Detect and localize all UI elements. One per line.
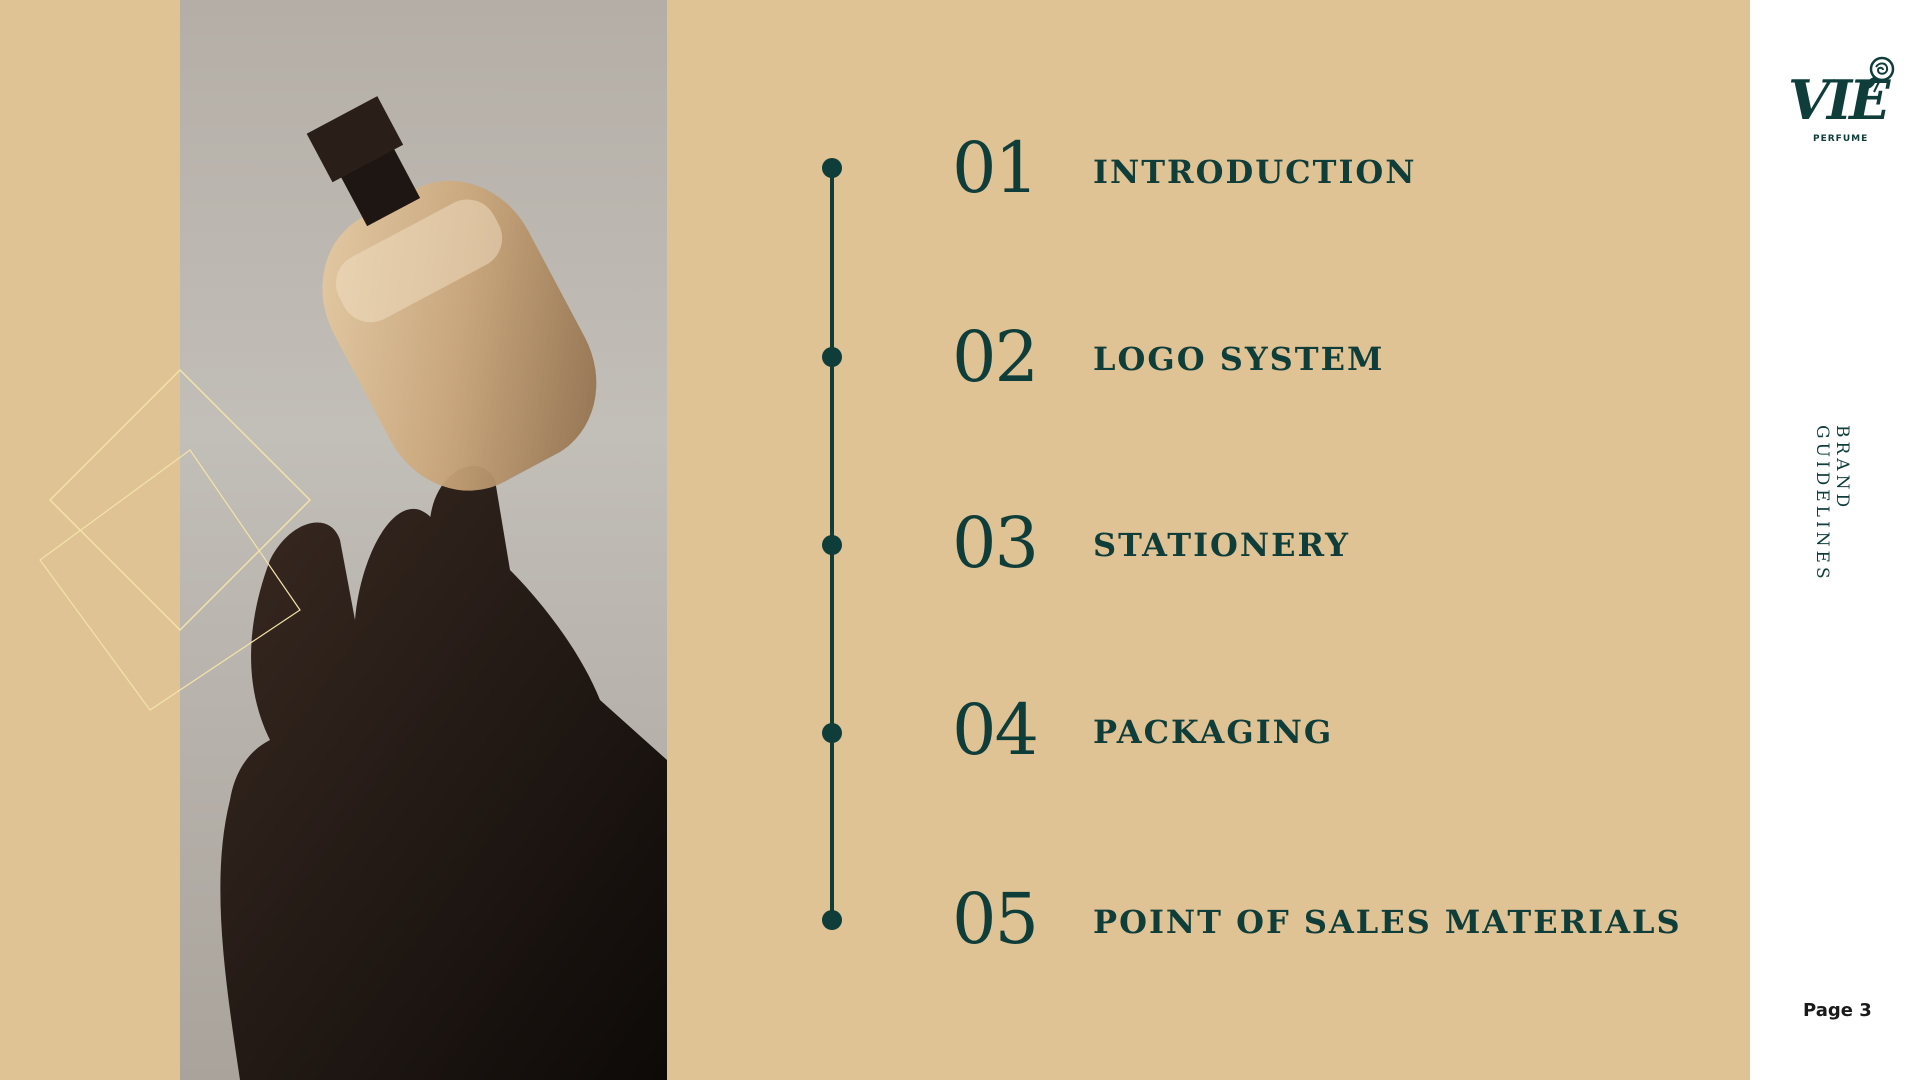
diamond-outline-icon — [39, 368, 312, 711]
rose-icon — [1865, 56, 1895, 93]
side-label: BRAND GUIDELINES — [1812, 425, 1852, 583]
toc-number-05: 05 — [952, 878, 1039, 960]
toc-label-packaging[interactable]: PACKAGING — [1093, 716, 1333, 748]
timeline-dot — [822, 535, 842, 555]
toc-number-01: 01 — [952, 127, 1039, 209]
toc-label-point-of-sales-materials[interactable]: POINT OF SALES MATERIALS — [1093, 906, 1682, 938]
page-number: Page 3 — [1803, 1000, 1872, 1021]
timeline-dot — [822, 158, 842, 178]
brand-guidelines-page: 01 INTRODUCTION 02 LOGO SYSTEM 03 STATIO… — [0, 0, 1919, 1080]
timeline-dot — [822, 723, 842, 743]
toc-label-logo-system[interactable]: LOGO SYSTEM — [1093, 343, 1384, 375]
toc-number-02: 02 — [952, 316, 1039, 398]
brand-logo: VIE PERFUME — [1788, 55, 1898, 150]
toc-number-03: 03 — [952, 502, 1039, 584]
logo-subtext: PERFUME — [1813, 134, 1869, 144]
toc-label-introduction[interactable]: INTRODUCTION — [1093, 156, 1417, 188]
timeline-dot — [822, 910, 842, 930]
toc-label-stationery[interactable]: STATIONERY — [1093, 529, 1350, 561]
timeline-dot — [822, 347, 842, 367]
toc-number-04: 04 — [952, 689, 1039, 771]
